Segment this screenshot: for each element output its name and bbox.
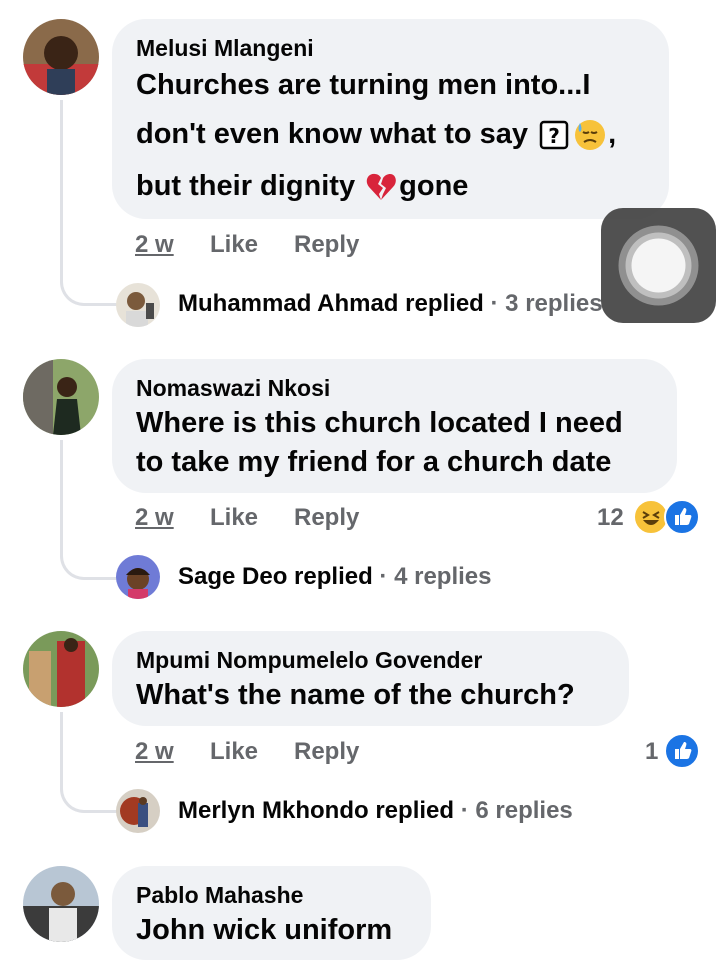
reply-count: · 3 replies xyxy=(490,290,603,317)
avatar-muhammad[interactable] xyxy=(116,283,160,327)
comment-line: Where is this church located I need xyxy=(136,407,623,439)
avatar-nomaswazi[interactable] xyxy=(23,359,99,435)
downcast-sweat-face-icon xyxy=(574,119,606,151)
thread-line xyxy=(60,100,117,306)
reply-author: Merlyn Mkhondo xyxy=(178,797,369,824)
reaction-count[interactable]: 12 xyxy=(597,504,624,532)
comment-bubble: Melusi Mlangeni Churches are turning men… xyxy=(112,19,669,219)
like-button[interactable]: Like xyxy=(210,231,258,259)
reply-button[interactable]: Reply xyxy=(294,738,359,766)
comment-bubble: Nomaswazi Nkosi Where is this church loc… xyxy=(112,359,677,493)
avatar-sage[interactable] xyxy=(116,555,160,599)
reply-button[interactable]: Reply xyxy=(294,504,359,532)
comment-bubble: Mpumi Nompumelelo Govender What's the na… xyxy=(112,631,629,726)
comment-text: but their dignity xyxy=(136,170,356,202)
comment-text: gone xyxy=(399,170,469,202)
reaction-count[interactable]: 1 xyxy=(645,738,658,766)
like-button[interactable]: Like xyxy=(210,504,258,532)
reply-author: Muhammad Ahmad xyxy=(178,290,399,317)
comment-author[interactable]: Mpumi Nompumelelo Govender xyxy=(136,647,482,674)
like-reaction-icon xyxy=(664,499,700,535)
reply-verb: replied xyxy=(294,563,373,590)
avatar-melusi[interactable] xyxy=(23,19,99,95)
assistive-touch-button[interactable] xyxy=(601,208,716,323)
view-replies-link[interactable]: Muhammad Ahmad replied · 3 replies xyxy=(178,290,603,318)
comment-text: , xyxy=(608,118,617,150)
like-reaction-icon xyxy=(664,733,700,769)
reply-count: · 4 replies xyxy=(379,563,492,590)
comment-line: but their dignity gone xyxy=(136,170,468,203)
reply-verb: replied xyxy=(405,290,484,317)
comment-bubble: Pablo Mahashe John wick uniform xyxy=(112,866,431,960)
broken-heart-icon xyxy=(365,171,397,203)
thread-line xyxy=(60,440,117,580)
svg-text:?: ? xyxy=(548,124,560,148)
comment-line: Churches are turning men into...I xyxy=(136,69,591,101)
avatar-merlyn[interactable] xyxy=(116,789,160,833)
view-replies-link[interactable]: Merlyn Mkhondo replied · 6 replies xyxy=(178,797,573,825)
avatar-mpumi[interactable] xyxy=(23,631,99,707)
reply-count: · 6 replies xyxy=(460,797,573,824)
avatar-pablo[interactable] xyxy=(23,866,99,942)
comment-author[interactable]: Nomaswazi Nkosi xyxy=(136,375,330,402)
reply-verb: replied xyxy=(375,797,455,824)
comment-line: What's the name of the church? xyxy=(136,679,575,711)
timestamp-link[interactable]: 2 w xyxy=(135,738,174,766)
unknown-glyph-icon: ? xyxy=(538,119,570,151)
comment-text: don't even know what to say xyxy=(136,118,529,150)
comment-author[interactable]: Melusi Mlangeni xyxy=(136,35,314,62)
comment-line: John wick uniform xyxy=(136,914,393,946)
view-replies-link[interactable]: Sage Deo replied · 4 replies xyxy=(178,563,491,591)
thread-line xyxy=(60,712,117,813)
timestamp-link[interactable]: 2 w xyxy=(135,504,174,532)
like-button[interactable]: Like xyxy=(210,738,258,766)
timestamp-link[interactable]: 2 w xyxy=(135,231,174,259)
comment-author[interactable]: Pablo Mahashe xyxy=(136,882,303,909)
comment-line: to take my friend for a church date xyxy=(136,446,612,478)
comment-line: don't even know what to say ? , xyxy=(136,118,616,151)
reply-button[interactable]: Reply xyxy=(294,231,359,259)
reply-author: Sage Deo xyxy=(178,563,288,590)
